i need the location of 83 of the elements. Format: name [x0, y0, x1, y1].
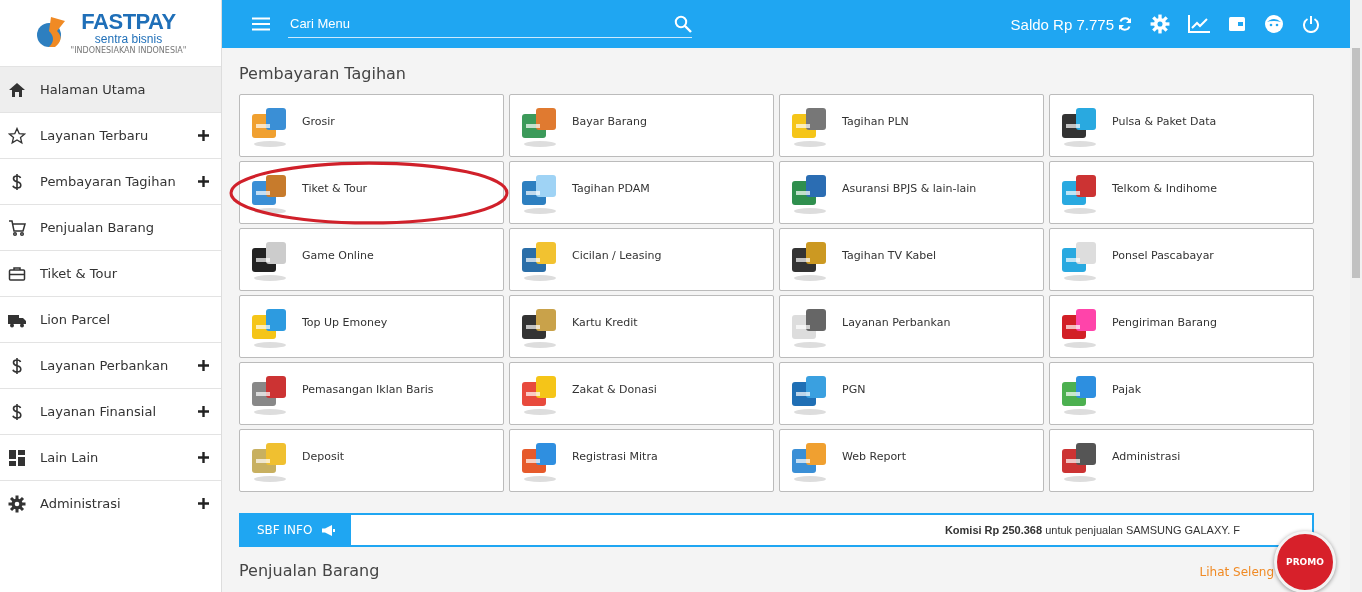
- section-title: Penjualan Barang: [239, 561, 380, 580]
- tile-label: Ponsel Pascabayar: [1112, 249, 1214, 262]
- service-tile[interactable]: Grosir: [239, 94, 504, 157]
- settings-icon[interactable]: [1150, 14, 1170, 34]
- tile-label: Pengiriman Barang: [1112, 316, 1218, 329]
- tile-label: Administrasi: [1112, 450, 1181, 463]
- tile-label: Telkom & Indihome: [1112, 182, 1218, 195]
- sidebar-item[interactable]: Lion Parcel: [0, 296, 221, 342]
- promo-badge[interactable]: PROMO: [1274, 531, 1336, 592]
- sidebar-item[interactable]: Layanan Terbaru: [0, 112, 221, 158]
- sidebar-item[interactable]: Penjualan Barang: [0, 204, 221, 250]
- cart-icon: [8, 218, 26, 237]
- logo-tagline: "INDONESIAKAN INDONESIA": [70, 47, 187, 55]
- service-tile[interactable]: Tagihan PLN: [779, 94, 1044, 157]
- tile-label: Tiket & Tour: [302, 182, 368, 195]
- settings-icon: [8, 494, 26, 513]
- home-icon: [8, 80, 26, 99]
- service-tile[interactable]: Deposit: [239, 429, 504, 492]
- balance-text: Saldo Rp 7.775: [1010, 15, 1114, 33]
- menu-icon: [252, 17, 270, 31]
- megaphone-icon: [322, 524, 336, 536]
- service-tile[interactable]: Layanan Perbankan: [779, 295, 1044, 358]
- tile-label: Asuransi BPJS & lain-lain: [842, 182, 977, 195]
- wallet-icon[interactable]: [1228, 15, 1246, 33]
- sidebar-item[interactable]: Lain Lain: [0, 434, 221, 480]
- sidebar-item[interactable]: Administrasi: [0, 480, 221, 526]
- tile-label: Kartu Kredit: [572, 316, 638, 329]
- service-tile[interactable]: Asuransi BPJS & lain-lain: [779, 161, 1044, 224]
- service-tile[interactable]: Tagihan PDAM: [509, 161, 774, 224]
- service-tile[interactable]: Ponsel Pascabayar: [1049, 228, 1314, 291]
- service-tile[interactable]: Web Report: [779, 429, 1044, 492]
- info-message: Komisi Rp 250.368 untuk penjualan SAMSUNG GALAXY. F: [943, 524, 1241, 536]
- service-tile[interactable]: Top Up Emoney: [239, 295, 504, 358]
- search-icon: [674, 14, 692, 33]
- power-icon[interactable]: [1302, 15, 1320, 33]
- service-tile[interactable]: Pengiriman Barang: [1049, 295, 1314, 358]
- service-tile[interactable]: Pemasangan Iklan Baris: [239, 362, 504, 425]
- tile-label: Top Up Emoney: [302, 316, 388, 329]
- dashboard-icon: [8, 448, 26, 467]
- sidebar-item[interactable]: Layanan Finansial: [0, 388, 221, 434]
- tile-label: Pulsa & Paket Data: [1112, 115, 1217, 128]
- sidebar-item[interactable]: Pembayaran Tagihan: [0, 158, 221, 204]
- tile-label: Grosir: [302, 115, 335, 128]
- tile-label: Tagihan PDAM: [572, 182, 650, 195]
- tile-label: Tagihan PLN: [842, 115, 909, 128]
- info-label: SBF INFO: [241, 515, 352, 545]
- tile-label: Tagihan TV Kabel: [842, 249, 937, 262]
- tile-label: Cicilan / Leasing: [572, 249, 662, 262]
- service-tile[interactable]: Registrasi Mitra: [509, 429, 774, 492]
- star-icon: [8, 126, 26, 145]
- service-tile[interactable]: Kartu Kredit: [509, 295, 774, 358]
- refresh-icon[interactable]: [1118, 17, 1132, 31]
- briefcase-icon: [8, 264, 26, 283]
- tile-label: Registrasi Mitra: [572, 450, 658, 463]
- logo-subtitle: sentra bisnis: [94, 33, 163, 45]
- tile-label: PGN: [842, 383, 866, 396]
- service-tile[interactable]: Administrasi: [1049, 429, 1314, 492]
- tile-label: Bayar Barang: [572, 115, 648, 128]
- logo-name: FASTPAY: [81, 11, 176, 33]
- search-field[interactable]: Cari Menu: [288, 15, 674, 32]
- face-icon[interactable]: [1264, 14, 1284, 34]
- tile-label: Web Report: [842, 450, 906, 463]
- service-tile[interactable]: Pulsa & Paket Data: [1049, 94, 1314, 157]
- menu-button[interactable]: [252, 17, 270, 31]
- service-tile[interactable]: PGN: [779, 362, 1044, 425]
- service-tile[interactable]: Tagihan TV Kabel: [779, 228, 1044, 291]
- service-tile[interactable]: Telkom & Indihome: [1049, 161, 1314, 224]
- service-tile[interactable]: Cicilan / Leasing: [509, 228, 774, 291]
- tile-label: Layanan Perbankan: [842, 316, 951, 329]
- tile-label: Deposit: [302, 450, 345, 463]
- line-chart-icon[interactable]: [1188, 15, 1210, 33]
- sidebar-item[interactable]: Halaman Utama: [0, 66, 221, 112]
- service-tile[interactable]: Pajak: [1049, 362, 1314, 425]
- sidebar-item[interactable]: Layanan Perbankan: [0, 342, 221, 388]
- tile-label: Pajak: [1112, 383, 1142, 396]
- service-tile[interactable]: Game Online: [239, 228, 504, 291]
- section-title: Pembayaran Tagihan: [239, 64, 407, 83]
- service-tile[interactable]: Zakat & Donasi: [509, 362, 774, 425]
- tile-label: Game Online: [302, 249, 374, 262]
- service-tile[interactable]: Bayar Barang: [509, 94, 774, 157]
- tile-label: Zakat & Donasi: [572, 383, 657, 396]
- tile-label: Pemasangan Iklan Baris: [302, 383, 434, 396]
- sidebar-item[interactable]: Tiket & Tour: [0, 250, 221, 296]
